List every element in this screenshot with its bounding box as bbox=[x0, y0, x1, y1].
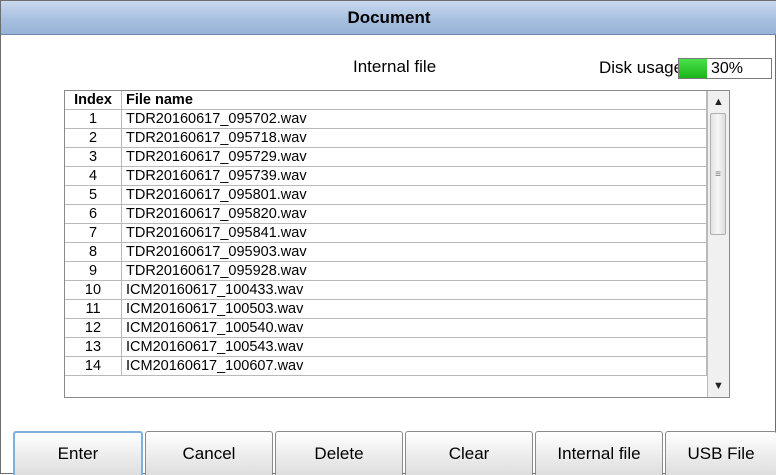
row-file-name: ICM20160617_100607.wav bbox=[121, 356, 707, 376]
table-row[interactable]: 13 ICM20160617_100543.wav bbox=[65, 337, 707, 357]
enter-button[interactable]: Enter bbox=[13, 431, 143, 475]
triangle-up-icon: ▲ bbox=[713, 96, 724, 108]
row-index: 9 bbox=[65, 261, 122, 281]
table-row[interactable]: 12 ICM20160617_100540.wav bbox=[65, 318, 707, 338]
row-file-name: ICM20160617_100543.wav bbox=[121, 337, 707, 357]
disk-usage-bar: 30% bbox=[678, 58, 772, 79]
row-file-name: TDR20160617_095801.wav bbox=[121, 185, 707, 205]
row-index: 12 bbox=[65, 318, 122, 338]
row-file-name: TDR20160617_095820.wav bbox=[121, 204, 707, 224]
row-index: 7 bbox=[65, 223, 122, 243]
table-row[interactable]: 11 ICM20160617_100503.wav bbox=[65, 299, 707, 319]
row-file-name: TDR20160617_095928.wav bbox=[121, 261, 707, 281]
row-file-name: TDR20160617_095729.wav bbox=[121, 147, 707, 167]
clear-button[interactable]: Clear bbox=[405, 431, 533, 475]
row-file-name: ICM20160617_100540.wav bbox=[121, 318, 707, 338]
window-title: Document bbox=[1, 1, 776, 35]
table-header-row: Index File name bbox=[65, 91, 707, 110]
document-window: Document Internal file Disk usage: 30% I… bbox=[0, 0, 776, 475]
table-row[interactable]: 3 TDR20160617_095729.wav bbox=[65, 147, 707, 167]
row-file-name: ICM20160617_100433.wav bbox=[121, 280, 707, 300]
file-list-scrollbar[interactable]: ▲ ≡ ▼ bbox=[707, 91, 729, 397]
table-row[interactable]: 6 TDR20160617_095820.wav bbox=[65, 204, 707, 224]
table-row[interactable]: 8 TDR20160617_095903.wav bbox=[65, 242, 707, 262]
cancel-button[interactable]: Cancel bbox=[145, 431, 273, 475]
row-index: 3 bbox=[65, 147, 122, 167]
delete-button[interactable]: Delete bbox=[275, 431, 403, 475]
internal-file-button[interactable]: Internal file bbox=[535, 431, 663, 475]
row-index: 5 bbox=[65, 185, 122, 205]
row-file-name: ICM20160617_100503.wav bbox=[121, 299, 707, 319]
row-index: 14 bbox=[65, 356, 122, 376]
file-list: Index File name 1 TDR20160617_095702.wav 2… bbox=[64, 90, 730, 398]
row-file-name: TDR20160617_095841.wav bbox=[121, 223, 707, 243]
table-row[interactable]: 5 TDR20160617_095801.wav bbox=[65, 185, 707, 205]
column-header-index: Index bbox=[65, 91, 122, 110]
column-header-file-name: File name bbox=[121, 91, 707, 110]
table-row[interactable]: 14 ICM20160617_100607.wav bbox=[65, 356, 707, 376]
grip-icon: ≡ bbox=[715, 168, 721, 180]
table-row[interactable]: 4 TDR20160617_095739.wav bbox=[65, 166, 707, 186]
disk-usage-value: 30% bbox=[711, 60, 744, 77]
row-index: 2 bbox=[65, 128, 122, 148]
usb-file-button[interactable]: USB File bbox=[665, 431, 776, 475]
row-file-name: TDR20160617_095702.wav bbox=[121, 109, 707, 129]
row-index: 8 bbox=[65, 242, 122, 262]
table-row[interactable]: 2 TDR20160617_095718.wav bbox=[65, 128, 707, 148]
table-row[interactable]: 1 TDR20160617_095702.wav bbox=[65, 109, 707, 129]
row-file-name: TDR20160617_095903.wav bbox=[121, 242, 707, 262]
triangle-down-icon: ▼ bbox=[713, 380, 724, 392]
scroll-up-button[interactable]: ▲ bbox=[709, 93, 728, 111]
row-index: 4 bbox=[65, 166, 122, 186]
disk-usage-fill bbox=[679, 59, 707, 78]
row-file-name: TDR20160617_095739.wav bbox=[121, 166, 707, 186]
row-index: 11 bbox=[65, 299, 122, 319]
row-index: 1 bbox=[65, 109, 122, 129]
scroll-down-button[interactable]: ▼ bbox=[709, 377, 728, 395]
row-index: 10 bbox=[65, 280, 122, 300]
disk-usage-label: Disk usage: bbox=[599, 58, 688, 77]
row-index: 13 bbox=[65, 337, 122, 357]
table-row[interactable]: 7 TDR20160617_095841.wav bbox=[65, 223, 707, 243]
scroll-thumb[interactable]: ≡ bbox=[710, 113, 726, 235]
table-row[interactable]: 9 TDR20160617_095928.wav bbox=[65, 261, 707, 281]
table-row[interactable]: 10 ICM20160617_100433.wav bbox=[65, 280, 707, 300]
row-index: 6 bbox=[65, 204, 122, 224]
storage-source-label: Internal file bbox=[353, 57, 437, 76]
file-table: Index File name 1 TDR20160617_095702.wav 2… bbox=[65, 91, 707, 376]
row-file-name: TDR20160617_095718.wav bbox=[121, 128, 707, 148]
